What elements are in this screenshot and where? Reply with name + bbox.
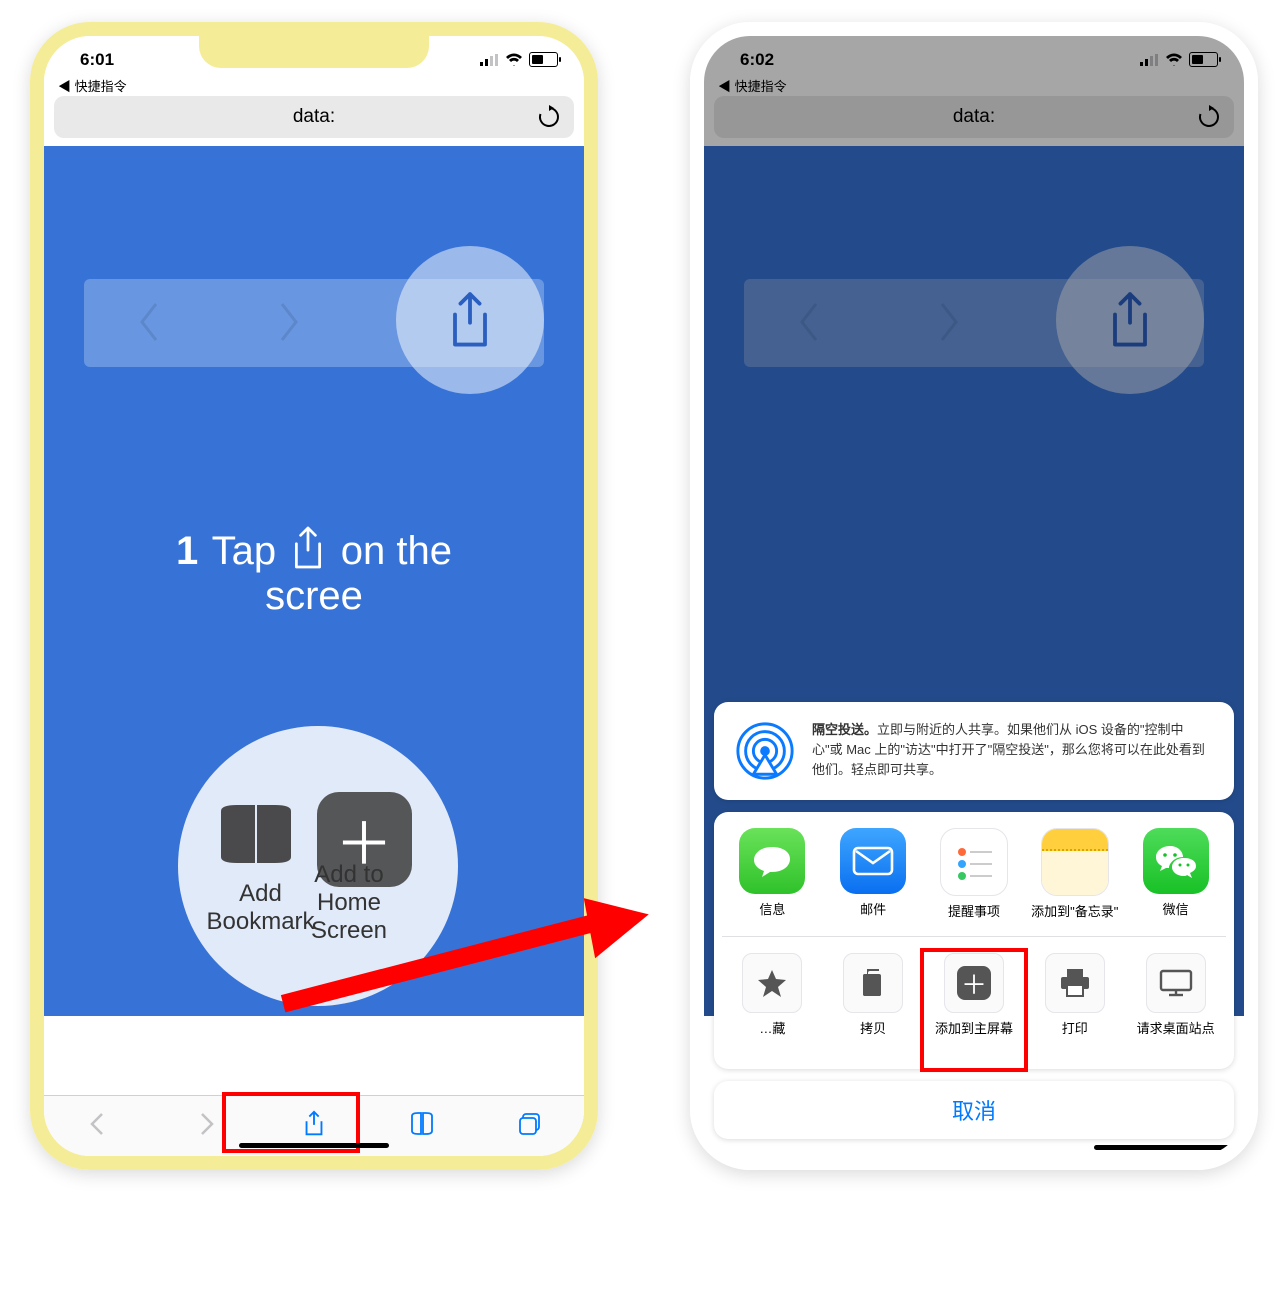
bookmarks-button[interactable] bbox=[408, 1110, 436, 1143]
chevron-left-icon bbox=[136, 300, 162, 355]
wifi-icon bbox=[505, 53, 523, 66]
action-copy[interactable]: 拷贝 bbox=[829, 953, 917, 1055]
app-label: 邮件 bbox=[860, 902, 886, 918]
app-label: 提醒事项 bbox=[948, 904, 1000, 920]
printer-icon bbox=[1045, 953, 1105, 1013]
step-number: 1 bbox=[176, 529, 198, 573]
reload-icon[interactable] bbox=[536, 104, 562, 136]
share-highlight bbox=[396, 246, 544, 394]
app-notes[interactable]: 添加到"备忘录" bbox=[1031, 828, 1119, 920]
back-button[interactable] bbox=[84, 1110, 112, 1143]
airdrop-text: 隔空投送。立即与附近的人共享。如果他们从 iOS 设备的"控制中心"或 Mac … bbox=[812, 720, 1214, 780]
app-reminders[interactable]: 提醒事项 bbox=[930, 828, 1018, 920]
app-messages[interactable]: 信息 bbox=[728, 828, 816, 920]
airdrop-card[interactable]: 隔空投送。立即与附近的人共享。如果他们从 iOS 设备的"控制中心"或 Mac … bbox=[714, 702, 1234, 800]
app-wechat[interactable]: 微信 bbox=[1132, 828, 1220, 920]
status-bar: 6:01 bbox=[44, 36, 584, 80]
tabs-button[interactable] bbox=[516, 1110, 544, 1143]
url-text: data: bbox=[293, 106, 335, 128]
app-label: 添加到"备忘录" bbox=[1031, 904, 1118, 920]
home-indicator bbox=[1094, 1145, 1244, 1150]
apps-row: 信息 邮件 提醒事项 bbox=[722, 828, 1226, 936]
notes-icon bbox=[1041, 828, 1109, 896]
action-label: 拷贝 bbox=[860, 1021, 886, 1055]
app-label: 信息 bbox=[759, 902, 785, 918]
step-line2: scree bbox=[265, 574, 363, 618]
page-content: 1 Tap on the scree Add Bookma bbox=[44, 146, 584, 1016]
illustration bbox=[84, 224, 544, 474]
status-time: 6:01 bbox=[80, 50, 114, 70]
action-label: …藏 bbox=[759, 1021, 785, 1055]
return-to-app[interactable]: ◀ 快捷指令 bbox=[58, 76, 127, 95]
step-word: Tap bbox=[212, 529, 277, 573]
home-indicator bbox=[239, 1143, 389, 1148]
wechat-icon bbox=[1143, 828, 1209, 894]
action-favorite[interactable]: …藏 bbox=[728, 953, 816, 1055]
star-icon bbox=[742, 953, 802, 1013]
forward-button[interactable] bbox=[192, 1110, 220, 1143]
instruction-text: 1 Tap on the scree bbox=[70, 524, 558, 619]
action-desktop[interactable]: 请求桌面站点 bbox=[1132, 953, 1220, 1055]
airdrop-icon bbox=[734, 720, 796, 782]
mail-icon bbox=[840, 828, 906, 894]
action-label: 打印 bbox=[1062, 1021, 1088, 1055]
reminders-icon bbox=[940, 828, 1008, 896]
share-sheet: 隔空投送。立即与附近的人共享。如果他们从 iOS 设备的"控制中心"或 Mac … bbox=[704, 702, 1244, 1156]
phone-right: 6:02 ◀ 快捷指令 data: bbox=[690, 22, 1258, 1170]
app-label: 微信 bbox=[1163, 902, 1189, 918]
red-highlight-addhome bbox=[920, 948, 1028, 1072]
messages-icon bbox=[739, 828, 805, 894]
phone-left: 6:01 ◀ 快捷指令 data: bbox=[30, 22, 598, 1170]
url-bar[interactable]: data: bbox=[54, 96, 574, 138]
add-home-label: Add to Home Screen bbox=[287, 861, 412, 945]
battery-icon bbox=[529, 52, 558, 67]
app-mail[interactable]: 邮件 bbox=[829, 828, 917, 920]
action-label: 请求桌面站点 bbox=[1137, 1021, 1215, 1055]
signal-icon bbox=[480, 54, 499, 66]
add-home-item[interactable]: ＋ Add to Home Screen bbox=[317, 792, 412, 887]
copy-icon bbox=[843, 953, 903, 1013]
zoom-callout: Add Bookmark ＋ Add to Home Screen bbox=[90, 754, 538, 924]
step-after: on the bbox=[341, 529, 452, 573]
desktop-icon bbox=[1146, 953, 1206, 1013]
cancel-button[interactable]: 取消 bbox=[714, 1081, 1234, 1139]
chevron-right-icon bbox=[276, 300, 302, 355]
action-print[interactable]: 打印 bbox=[1031, 953, 1119, 1055]
